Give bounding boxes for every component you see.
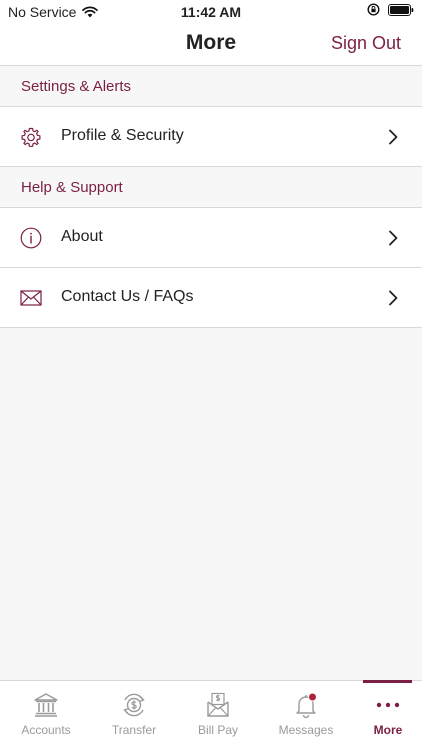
battery-icon	[388, 3, 414, 16]
sign-out-button[interactable]: Sign Out	[331, 33, 401, 54]
bell-icon	[296, 692, 317, 719]
notification-badge	[308, 692, 317, 702]
status-right	[367, 3, 414, 16]
tab-messages[interactable]: Messages	[264, 681, 348, 750]
menu-item-profile-security[interactable]: Profile & Security	[0, 107, 422, 167]
tab-label: Accounts	[21, 723, 71, 737]
bill-pay-icon	[207, 692, 229, 717]
tab-more[interactable]: More	[346, 681, 422, 750]
section-header-settings: Settings & Alerts	[0, 67, 422, 107]
tab-label: Bill Pay	[197, 723, 238, 737]
menu-item-about[interactable]: About	[0, 208, 422, 268]
tab-transfer[interactable]: Transfer	[92, 681, 176, 750]
active-tab-indicator	[363, 680, 412, 683]
status-bar: No Service 11:42 AM	[0, 0, 422, 24]
chevron-right-icon	[389, 129, 398, 145]
menu-item-contact-faqs[interactable]: Contact Us / FAQs	[0, 268, 422, 328]
info-icon	[20, 227, 42, 249]
envelope-icon	[20, 290, 42, 306]
transfer-icon	[123, 693, 145, 717]
more-dots-icon	[376, 702, 400, 708]
bank-icon	[34, 693, 58, 717]
tab-label: More	[373, 723, 403, 737]
rotation-lock-icon	[367, 3, 380, 16]
tab-accounts[interactable]: Accounts	[4, 681, 88, 750]
tab-bar: Accounts Transfer Bill Pay Messages More	[0, 680, 422, 750]
menu-item-label: About	[61, 228, 103, 245]
section-header-help: Help & Support	[0, 168, 422, 208]
tab-label: Messages	[278, 723, 334, 737]
chevron-right-icon	[389, 230, 398, 246]
nav-bar: More Sign Out	[0, 24, 422, 66]
chevron-right-icon	[389, 290, 398, 306]
tab-bill-pay[interactable]: Bill Pay	[176, 681, 260, 750]
menu-item-label: Contact Us / FAQs	[61, 288, 194, 305]
tab-label: Transfer	[111, 723, 157, 737]
status-time: 11:42 AM	[180, 4, 242, 20]
menu-item-label: Profile & Security	[61, 127, 184, 144]
gear-icon	[21, 127, 41, 147]
